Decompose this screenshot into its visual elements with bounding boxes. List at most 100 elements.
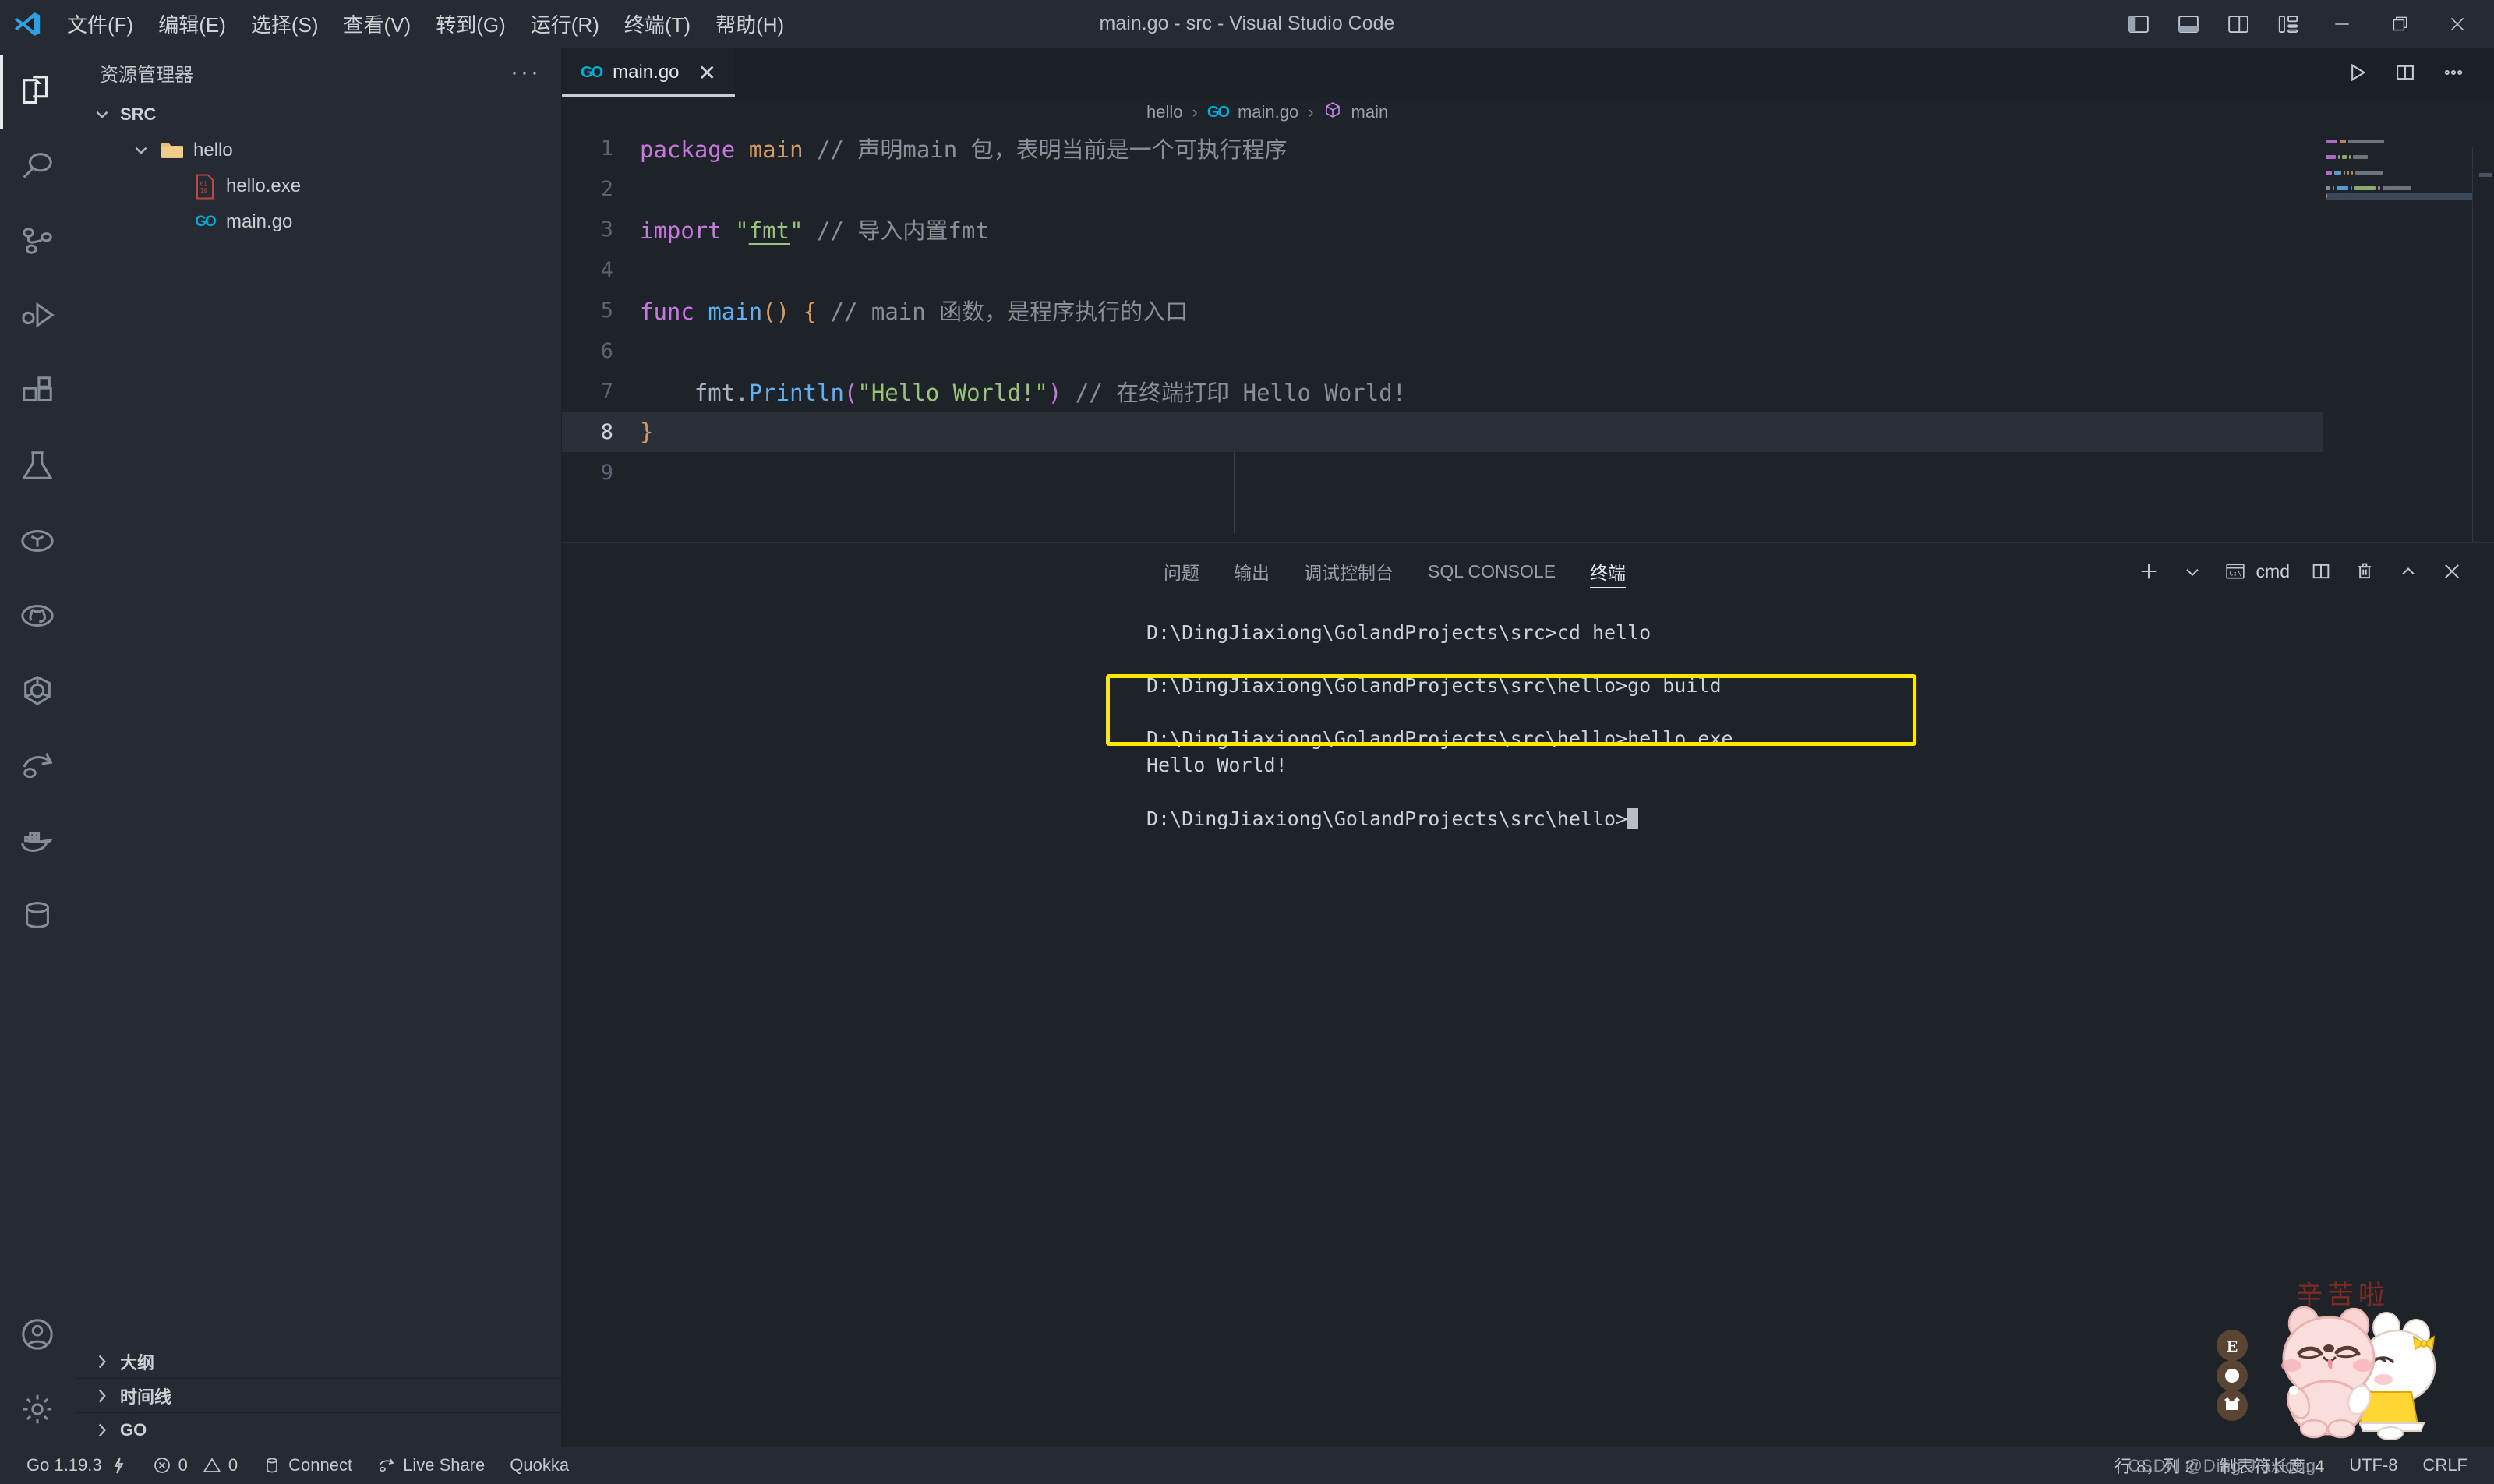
close-icon[interactable]: ✕ [698, 60, 716, 86]
menu-help[interactable]: 帮助(H) [703, 5, 797, 43]
menu-go[interactable]: 转到(G) [423, 5, 518, 43]
database-icon [263, 1456, 281, 1475]
code-line: 2 [562, 168, 2494, 209]
panel-tab-output[interactable]: 输出 [1217, 543, 1287, 599]
toggle-secondary-sidebar-icon[interactable] [2213, 0, 2263, 48]
activity-kubernetes[interactable] [0, 653, 75, 728]
terminal-shell-selector[interactable]: C:\ cmd [2216, 561, 2298, 582]
activity-explorer[interactable] [0, 55, 75, 129]
activity-github[interactable] [0, 578, 75, 653]
svg-text:01: 01 [200, 180, 207, 187]
more-actions-icon[interactable] [2432, 48, 2475, 97]
panel-tab-sql-console[interactable]: SQL CONSOLE [1411, 543, 1573, 599]
line-number: 5 [600, 298, 613, 323]
status-connect[interactable]: Connect [250, 1455, 365, 1475]
minimap-line [2326, 178, 2494, 184]
line-number: 3 [600, 217, 613, 242]
status-encoding[interactable]: UTF-8 [2337, 1455, 2410, 1475]
breadcrumb-item-symbol[interactable]: main [1351, 102, 1389, 122]
code-editor[interactable]: 1 package main // 声明main 包，表明当前是一个可执行程序 2 3… [562, 128, 2494, 542]
file-tree: hello 01 10 hello.exe GO main.go [75, 132, 561, 1344]
trash-icon[interactable] [2344, 551, 2385, 592]
sidebar-section-outline[interactable]: 大纲 [75, 1344, 561, 1378]
customize-layout-icon[interactable] [2263, 0, 2313, 48]
run-code-icon[interactable] [2335, 48, 2379, 97]
activity-run-and-debug[interactable] [0, 279, 75, 354]
toggle-panel-icon[interactable] [2164, 0, 2213, 48]
activity-extensions[interactable] [0, 354, 75, 429]
minimize-icon[interactable] [2313, 0, 2371, 48]
tree-item-main-go[interactable]: GO main.go [75, 204, 561, 240]
breadcrumb-item-folder[interactable]: hello [1146, 102, 1182, 122]
line-number: 7 [600, 379, 613, 404]
tree-item-label: main.go [226, 211, 293, 232]
tree-item-hello[interactable]: hello [75, 132, 561, 168]
toggle-primary-sidebar-icon[interactable] [2114, 0, 2164, 48]
restore-icon[interactable] [2371, 0, 2429, 48]
breadcrumb-item-file[interactable]: main.go [1238, 102, 1298, 122]
status-problems[interactable]: 0 0 [140, 1455, 251, 1475]
status-go-version[interactable]: Go 1.19.3 [14, 1455, 140, 1475]
ellipsis-icon[interactable]: ··· [510, 59, 541, 86]
minimap[interactable] [2323, 128, 2494, 542]
activity-live-share[interactable] [0, 728, 75, 803]
close-icon[interactable] [2429, 0, 2486, 48]
panel-tab-debug-console[interactable]: 调试控制台 [1287, 543, 1411, 599]
menu-edit[interactable]: 编辑(E) [146, 5, 238, 43]
activity-source-control[interactable] [0, 204, 75, 279]
section-label: 时间线 [120, 1387, 172, 1407]
status-encoding-label: UTF-8 [2349, 1455, 2398, 1475]
chevron-right-icon [92, 1386, 112, 1406]
vscode-window: 文件(F) 编辑(E) 选择(S) 查看(V) 转到(G) 运行(R) 终端(T) 帮助(H)… [0, 0, 2494, 1484]
menu-selection[interactable]: 选择(S) [238, 5, 331, 43]
status-bar-right: 行 8，列 2 制表符长度: 4 UTF-8 CRLF [2102, 1453, 2480, 1478]
menu-view[interactable]: 查看(V) [331, 5, 424, 43]
status-indentation-label: 制表符长度: 4 [2219, 1457, 2325, 1476]
menu-file[interactable]: 文件(F) [55, 5, 146, 43]
activity-accounts[interactable] [0, 1297, 75, 1372]
breadcrumb-separator: › [1308, 102, 1314, 122]
code-line: 8} [562, 412, 2494, 452]
sidebar-root-label: SRC [120, 104, 157, 124]
chevron-down-icon[interactable] [2172, 551, 2213, 592]
activity-docker[interactable] [0, 803, 75, 878]
status-live-share[interactable]: Live Share [365, 1455, 497, 1475]
lightning-icon [109, 1456, 128, 1475]
chevron-up-icon[interactable] [2388, 551, 2429, 592]
activity-dependency-analytics[interactable] [0, 504, 75, 578]
sidebar-title: 资源管理器 [100, 64, 193, 86]
section-label: GO [120, 1419, 147, 1440]
status-cursor-position[interactable]: 行 8，列 2 [2102, 1453, 2207, 1478]
sidebar-section-timeline[interactable]: 时间线 [75, 1378, 561, 1412]
split-terminal-icon[interactable] [2301, 551, 2341, 592]
close-icon[interactable] [2432, 551, 2472, 592]
terminal-output[interactable]: D:\DingJiaxiong\GolandProjects\src>cd he… [562, 599, 2494, 1447]
panel-tab-terminal[interactable]: 终端 [1573, 543, 1643, 599]
activity-settings[interactable] [0, 1372, 75, 1447]
error-icon [153, 1456, 171, 1475]
sidebar-section-go[interactable]: GO [75, 1412, 561, 1447]
terminal-line: D:\DingJiaxiong\GolandProjects\src\hello… [1146, 727, 1733, 750]
terminal-line: D:\DingJiaxiong\GolandProjects\src>cd he… [1146, 621, 1651, 644]
menu-bar: 文件(F) 编辑(E) 选择(S) 查看(V) 转到(G) 运行(R) 终端(T) 帮助(H) [55, 5, 797, 43]
status-indentation[interactable]: 制表符长度: 4 [2207, 1453, 2337, 1478]
status-eol[interactable]: CRLF [2411, 1455, 2480, 1475]
line-number: 6 [600, 338, 613, 363]
status-quokka[interactable]: Quokka [497, 1455, 581, 1475]
tree-item-hello-exe[interactable]: 01 10 hello.exe [75, 168, 561, 204]
tab-main-go[interactable]: GO main.go ✕ [562, 48, 736, 97]
editor-actions [2335, 48, 2494, 97]
plus-icon[interactable] [2128, 551, 2169, 592]
code-line: 3 import "fmt" // 导入内置fmt [562, 209, 2494, 249]
menu-run[interactable]: 运行(R) [518, 5, 612, 43]
activity-search[interactable] [0, 129, 75, 204]
sidebar-root-section[interactable]: SRC [75, 97, 561, 132]
panel-tab-problems[interactable]: 问题 [1146, 543, 1217, 599]
activity-database[interactable] [0, 878, 75, 952]
split-editor-icon[interactable] [2383, 48, 2427, 97]
activity-testing[interactable] [0, 429, 75, 504]
menu-terminal[interactable]: 终端(T) [612, 5, 703, 43]
status-cursor-position-label: 行 8，列 2 [2114, 1457, 2195, 1476]
tree-item-label: hello.exe [226, 175, 302, 196]
